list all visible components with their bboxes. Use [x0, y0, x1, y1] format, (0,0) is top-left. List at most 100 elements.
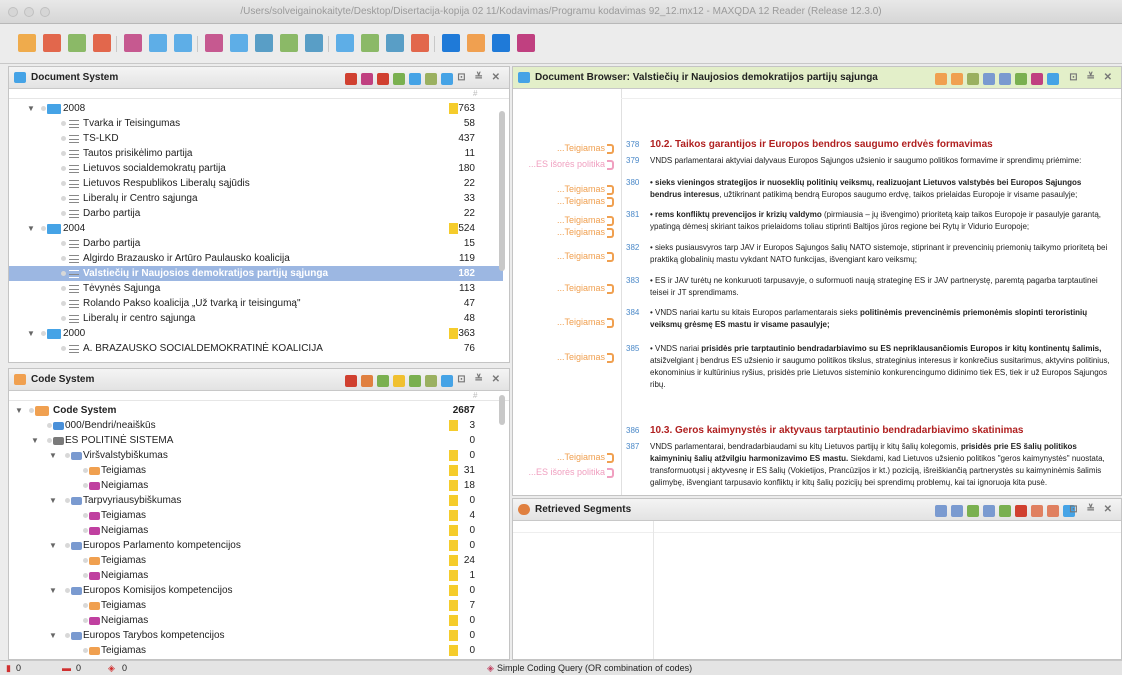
document-row[interactable]: Valstiečių ir Naujosios demokratijos par…	[9, 266, 503, 281]
new-project-icon[interactable]	[18, 34, 36, 52]
overview-variables-icon[interactable]	[411, 34, 429, 52]
code-row[interactable]: Teigiamas 7	[9, 598, 503, 613]
memo-icon[interactable]	[449, 103, 458, 114]
document-system-scrollbar[interactable]	[499, 111, 505, 271]
code-row[interactable]: Neigiamas 1	[9, 568, 503, 583]
document-row[interactable]: Lietuvos socialdemokratų partija 180	[9, 161, 503, 176]
maximize-window-button[interactable]	[40, 7, 50, 17]
coding-stripe-label[interactable]: ...Teigiamas	[513, 141, 605, 156]
folder-row[interactable]: ▼ 2008 763	[9, 101, 503, 116]
retrieved-segments-tool-icon-6[interactable]	[1015, 505, 1027, 517]
expand-toggle-icon[interactable]: ▼	[27, 221, 35, 236]
folder-row[interactable]: ▼ 2004 524	[9, 221, 503, 236]
code-row[interactable]: ▼ Europos Parlamento kompetencijos 0	[9, 538, 503, 553]
panel-window-controls[interactable]: ⊡ ≚ ✕	[457, 67, 503, 89]
code-row[interactable]: Teigiamas 24	[9, 553, 503, 568]
code-system-tool-icon-2[interactable]	[361, 375, 373, 387]
document-row[interactable]: Tautos prisikėlimo partija 11	[9, 146, 503, 161]
document-row[interactable]: Algirdo Brazausko ir Artūro Paulausko ko…	[9, 251, 503, 266]
memo-icon[interactable]	[449, 615, 458, 626]
coding-stripe-label[interactable]: ...Teigiamas	[513, 225, 605, 240]
activate-icon[interactable]	[93, 34, 111, 52]
document-browser-toggle-icon[interactable]	[492, 34, 510, 52]
code-matrix-icon[interactable]	[255, 34, 273, 52]
document-system-tool-icon-6[interactable]	[425, 73, 437, 85]
memo-icon[interactable]	[449, 510, 458, 521]
coding-stripe-label[interactable]: ...Teigiamas	[513, 249, 605, 264]
document-system-tool-icon-4[interactable]	[393, 73, 405, 85]
open-project-icon[interactable]	[43, 34, 61, 52]
search-icon[interactable]	[174, 34, 192, 52]
code-system-tool-icon-5[interactable]	[409, 375, 421, 387]
code-relations-icon[interactable]	[280, 34, 298, 52]
memo-icon[interactable]	[449, 570, 458, 581]
code-row[interactable]: ▼ Tarpvyriausybiškumas 0	[9, 493, 503, 508]
document-row[interactable]: Tvarka ir Teisingumas 58	[9, 116, 503, 131]
coding-stripe-label[interactable]: ...ES išorės politika	[513, 157, 605, 172]
expand-toggle-icon[interactable]: ▼	[27, 101, 35, 116]
code-system-tool-icon-6[interactable]	[425, 375, 437, 387]
memo-icon[interactable]	[449, 420, 458, 431]
coding-stripe-label[interactable]: ...Teigiamas	[513, 450, 605, 465]
document-row[interactable]: Liberalų ir Centro sąjunga 33	[9, 191, 503, 206]
memo-icon[interactable]	[449, 328, 458, 339]
retrieved-segments-tool-icon-1[interactable]	[935, 505, 947, 517]
expand-toggle-icon[interactable]: ▼	[49, 538, 57, 553]
memo-icon[interactable]	[449, 630, 458, 641]
minimize-window-button[interactable]	[24, 7, 34, 17]
document-row[interactable]: TS-LKD 437	[9, 131, 503, 146]
code-system-root[interactable]: ▼ Code System 2687	[9, 403, 503, 418]
code-row[interactable]: Neigiamas 0	[9, 523, 503, 538]
expand-toggle-icon[interactable]: ▼	[31, 433, 39, 448]
code-row[interactable]: Teigiamas 4	[9, 508, 503, 523]
document-row[interactable]: Lietuvos Respublikos Liberalų sąjūdis 22	[9, 176, 503, 191]
expand-toggle-icon[interactable]: ▼	[49, 628, 57, 643]
document-system-toggle-icon[interactable]	[442, 34, 460, 52]
retrieved-segments-tool-icon-3[interactable]	[967, 505, 979, 517]
code-system-tool-icon-7[interactable]	[441, 375, 453, 387]
retrieved-segments-toggle-icon[interactable]	[517, 34, 535, 52]
expand-toggle-icon[interactable]: ▼	[15, 403, 23, 418]
memo-icon[interactable]	[449, 585, 458, 596]
memo-icon[interactable]	[449, 223, 458, 234]
coding-stripe-label[interactable]: ...Teigiamas	[513, 194, 605, 209]
code-row[interactable]: ▼ Viršvalstybiškumas 0	[9, 448, 503, 463]
document-row[interactable]: Tėvynės Sąjunga 113	[9, 281, 503, 296]
code-row[interactable]: ▼ ES POLITINĖ SISTEMA 0	[9, 433, 503, 448]
document-system-tool-icon-3[interactable]	[377, 73, 389, 85]
retrieved-segments-tool-icon-4[interactable]	[983, 505, 995, 517]
code-system-toggle-icon[interactable]	[467, 34, 485, 52]
code-row[interactable]: Teigiamas 31	[9, 463, 503, 478]
retrieved-segments-tool-icon-8[interactable]	[1047, 505, 1059, 517]
retrieved-segments-tool-icon-5[interactable]	[999, 505, 1011, 517]
expand-toggle-icon[interactable]: ▼	[27, 326, 35, 341]
memo-icon[interactable]	[449, 465, 458, 476]
overview-memos-icon[interactable]	[386, 34, 404, 52]
overview-segments-icon[interactable]	[361, 34, 379, 52]
retrieved-segments-tool-icon-2[interactable]	[951, 505, 963, 517]
expand-toggle-icon[interactable]: ▼	[49, 493, 57, 508]
visual-tools-icon[interactable]	[230, 34, 248, 52]
memo-icon[interactable]	[449, 480, 458, 491]
coding-stripe-label[interactable]: ...ES išorės politika	[513, 465, 605, 480]
code-row[interactable]: ▼ Europos Tarybos kompetencijos 0	[9, 628, 503, 643]
code-system-scrollbar[interactable]	[499, 395, 505, 425]
code-row[interactable]: ▼ Europos Komisijos kompetencijos 0	[9, 583, 503, 598]
close-window-button[interactable]	[8, 7, 18, 17]
document-row[interactable]: Liberalų ir centro sąjunga 48	[9, 311, 503, 326]
panel-window-controls[interactable]: ⊡ ≚ ✕	[1069, 499, 1115, 521]
save-icon[interactable]	[68, 34, 86, 52]
code-row[interactable]: Neigiamas 0	[9, 613, 503, 628]
code-row[interactable]: Teigiamas 0	[9, 643, 503, 658]
document-system-tool-icon-5[interactable]	[409, 73, 421, 85]
memo-icon[interactable]	[449, 645, 458, 656]
retrieved-segments-tool-icon-7[interactable]	[1031, 505, 1043, 517]
code-system-tool-icon-3[interactable]	[377, 375, 389, 387]
memo-icon[interactable]	[449, 495, 458, 506]
table-icon[interactable]	[149, 34, 167, 52]
document-row[interactable]: Darbo partija 15	[9, 236, 503, 251]
memo-icon[interactable]	[449, 540, 458, 551]
lexical-search-icon[interactable]	[205, 34, 223, 52]
document-row[interactable]: Darbo partija 22	[9, 206, 503, 221]
expand-toggle-icon[interactable]: ▼	[49, 583, 57, 598]
